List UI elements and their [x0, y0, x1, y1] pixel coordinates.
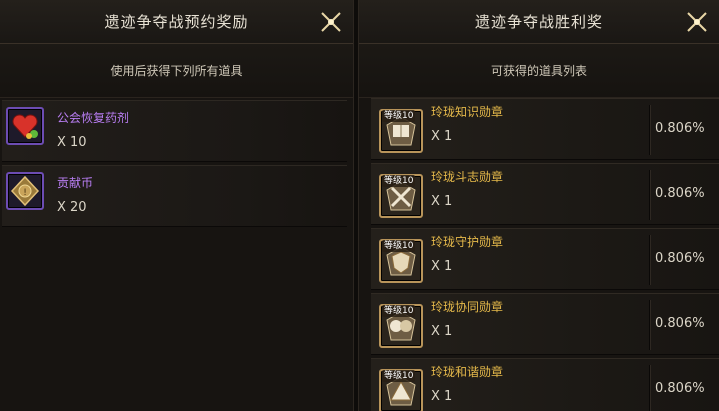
reward-list: 公会恢复药剂 X 10 ! 贡献币 X 20: [0, 98, 353, 227]
item-quantity: X 1: [431, 259, 453, 274]
list-item[interactable]: 等级10 玲珑知识勋章 X 1 0.806%: [371, 98, 719, 160]
item-name: 贡献币: [57, 176, 94, 190]
divider: [649, 300, 650, 350]
reservation-reward-panel: 遗迹争夺战预约奖励 使用后获得下列所有道具 公会恢复药剂 X 10 ! 贡献币 …: [0, 0, 354, 411]
close-button[interactable]: [679, 4, 715, 40]
item-name: 玲珑斗志勋章: [431, 170, 504, 184]
svg-text:!: !: [23, 188, 27, 198]
book-medal-icon: 等级10: [379, 109, 423, 153]
item-quantity: X 1: [431, 129, 453, 144]
drop-rate: 0.806%: [655, 121, 705, 136]
panel-subtitle: 使用后获得下列所有道具: [0, 44, 353, 98]
victory-reward-panel: 遗迹争夺战胜利奖 可获得的道具列表 等级10 玲珑知识勋章 X 1 0.806%…: [358, 0, 719, 411]
close-button[interactable]: [313, 4, 349, 40]
item-name: 玲珑守护勋章: [431, 235, 504, 249]
level-badge: 等级10: [382, 305, 416, 317]
divider: [649, 365, 650, 411]
panel-title: 遗迹争夺战预约奖励: [104, 13, 249, 31]
divider: [649, 105, 650, 155]
item-quantity: X 20: [57, 200, 87, 215]
list-item[interactable]: ! 贡献币 X 20: [2, 165, 347, 227]
drop-rate: 0.806%: [655, 251, 705, 266]
list-item[interactable]: 等级10 玲珑斗志勋章 X 1 0.806%: [371, 163, 719, 225]
harmony-medal-icon: 等级10: [379, 369, 423, 411]
drop-rate: 0.806%: [655, 381, 705, 396]
contribution-coin-icon: !: [6, 172, 44, 210]
cooperation-medal-icon: 等级10: [379, 304, 423, 348]
drop-rate: 0.806%: [655, 316, 705, 331]
level-badge: 等级10: [382, 240, 416, 252]
close-icon: [321, 12, 341, 32]
panel-header: 遗迹争夺战胜利奖: [359, 0, 719, 44]
item-name: 玲珑和谐勋章: [431, 365, 504, 379]
item-quantity: X 1: [431, 324, 453, 339]
list-item[interactable]: 等级10 玲珑协同勋章 X 1 0.806%: [371, 293, 719, 355]
list-item[interactable]: 等级10 玲珑守护勋章 X 1 0.806%: [371, 228, 719, 290]
heart-potion-icon: [6, 107, 44, 145]
item-name: 玲珑协同勋章: [431, 300, 504, 314]
reward-list: 等级10 玲珑知识勋章 X 1 0.806% 等级10 玲珑斗志勋章 X 1 0…: [359, 98, 719, 411]
list-item[interactable]: 公会恢复药剂 X 10: [2, 100, 347, 162]
close-icon: [687, 12, 707, 32]
item-name: 公会恢复药剂: [57, 111, 130, 125]
list-item[interactable]: 等级10 玲珑和谐勋章 X 1 0.806%: [371, 358, 719, 411]
level-badge: 等级10: [382, 110, 416, 122]
shield-medal-icon: 等级10: [379, 239, 423, 283]
item-quantity: X 1: [431, 194, 453, 209]
level-badge: 等级10: [382, 175, 416, 187]
item-quantity: X 1: [431, 389, 453, 404]
divider: [649, 170, 650, 220]
crossed-swords-medal-icon: 等级10: [379, 174, 423, 218]
panel-subtitle: 可获得的道具列表: [359, 44, 719, 98]
divider: [649, 235, 650, 285]
item-name: 玲珑知识勋章: [431, 105, 504, 119]
drop-rate: 0.806%: [655, 186, 705, 201]
level-badge: 等级10: [382, 370, 416, 382]
panel-header: 遗迹争夺战预约奖励: [0, 0, 353, 44]
item-quantity: X 10: [57, 135, 87, 150]
panel-title: 遗迹争夺战胜利奖: [474, 13, 603, 31]
